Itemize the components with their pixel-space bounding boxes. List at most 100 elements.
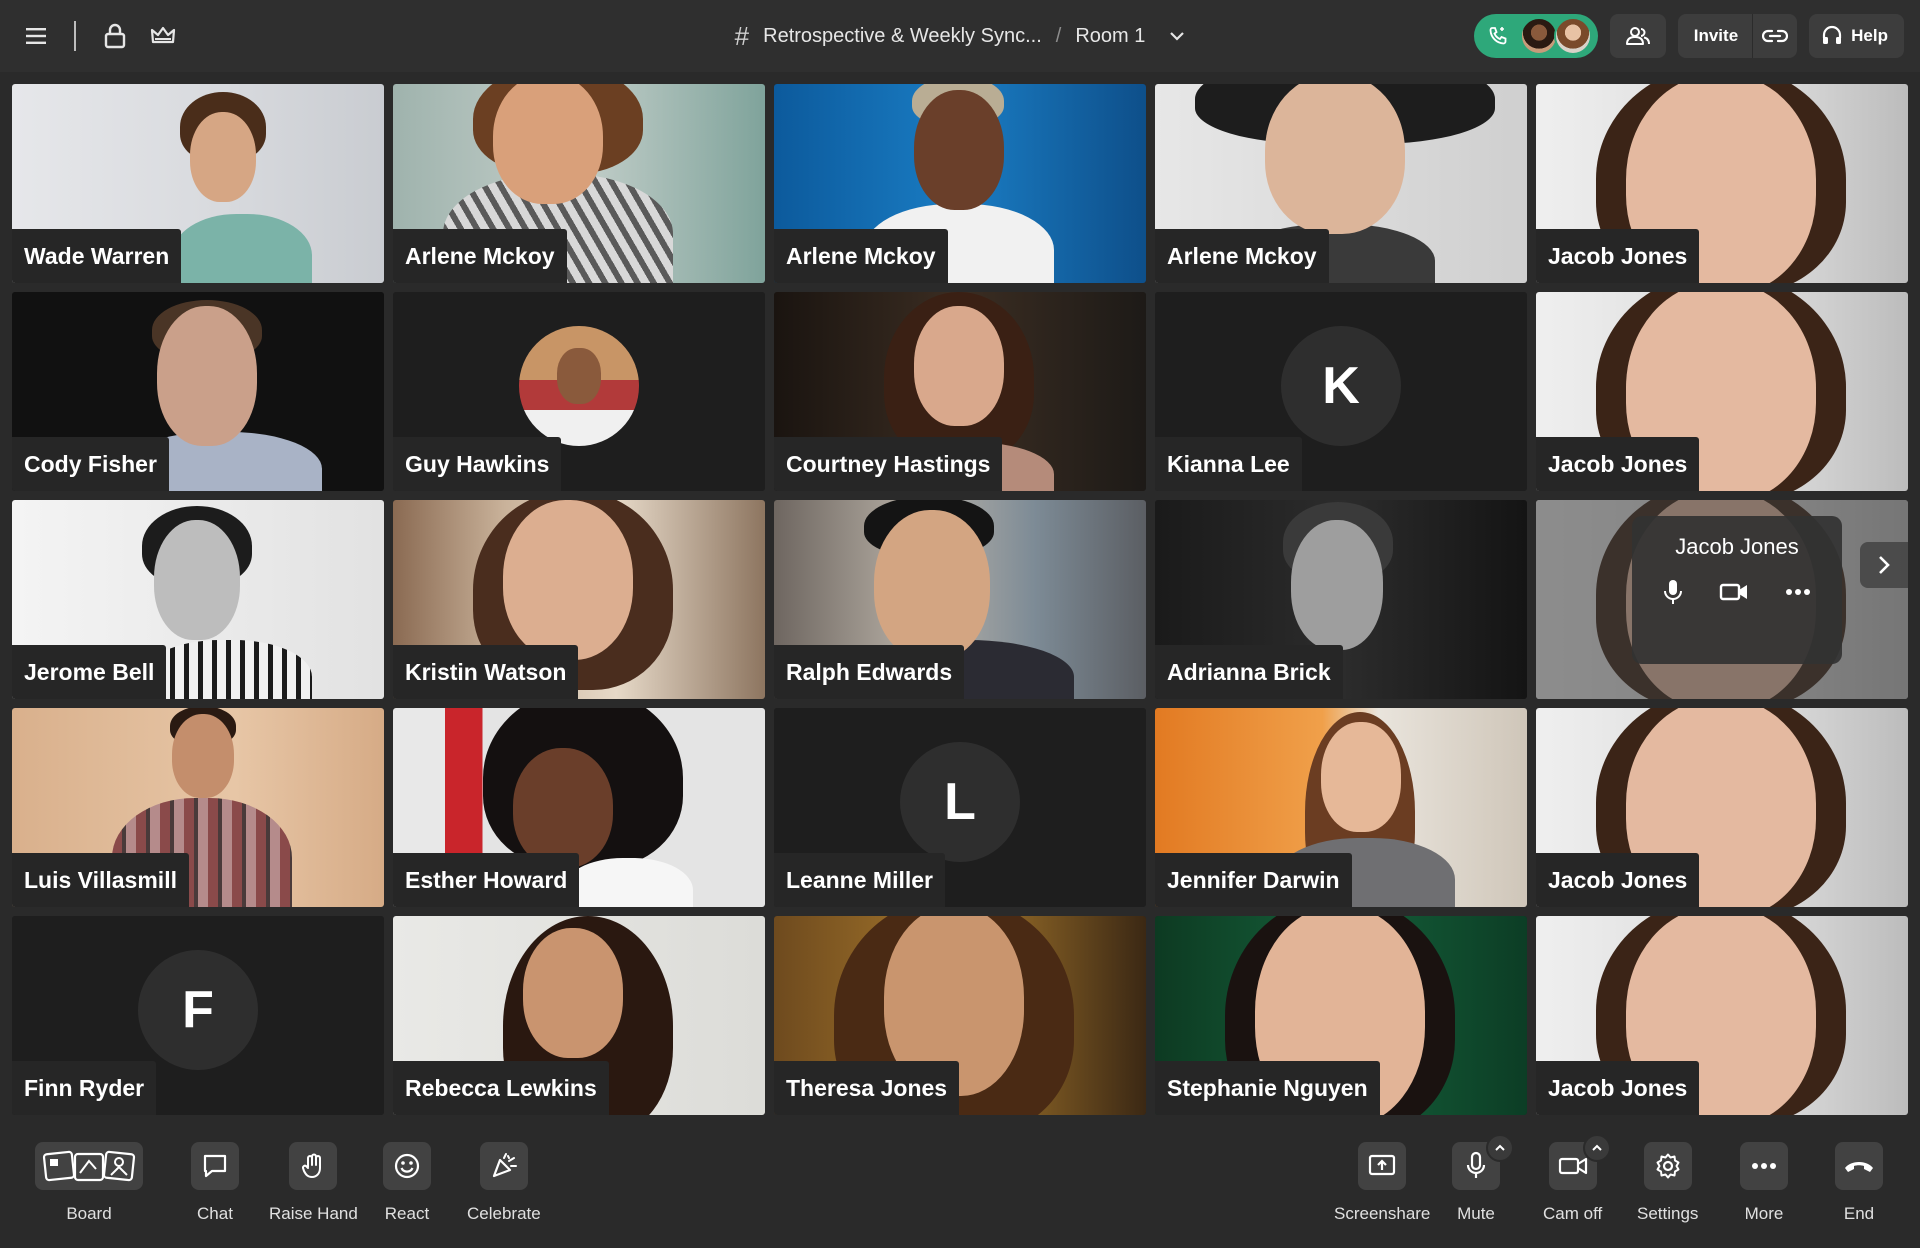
video-feed: [154, 520, 240, 640]
participant-name: Leanne Miller: [774, 853, 945, 907]
participant-name: Esther Howard: [393, 853, 580, 907]
participant-name: Rebecca Lewkins: [393, 1061, 609, 1115]
participant-tile[interactable]: Jacob Jones: [1536, 292, 1908, 491]
meeting-title[interactable]: Retrospective & Weekly Sync...: [763, 25, 1042, 48]
video-feed: [142, 640, 312, 699]
react-button[interactable]: React: [383, 1142, 431, 1224]
mute-button[interactable]: Mute: [1452, 1134, 1514, 1224]
menu-icon[interactable]: [20, 19, 54, 53]
participant-tile[interactable]: Jacob Jones: [1536, 708, 1908, 907]
participant-tile[interactable]: Arlene Mckoy: [393, 84, 765, 283]
camera-icon[interactable]: [1719, 582, 1749, 602]
more-icon: [1740, 1142, 1788, 1190]
participant-name: Kristin Watson: [393, 645, 579, 699]
avatar: [519, 326, 639, 446]
camera-options-chevron-up-icon[interactable]: [1582, 1134, 1611, 1162]
settings-button[interactable]: Settings: [1637, 1142, 1698, 1224]
participant-tile[interactable]: Theresa Jones: [774, 916, 1146, 1115]
link-icon: [1762, 29, 1789, 43]
raise-hand-label: Raise Hand: [269, 1204, 358, 1223]
crown-icon[interactable]: [146, 19, 180, 53]
participant-name: Arlene Mckoy: [774, 229, 948, 283]
avatar-initial: K: [1281, 326, 1401, 446]
hang-up-icon: [1835, 1142, 1883, 1190]
headset-icon: [1823, 25, 1842, 44]
chevron-down-icon[interactable]: [1169, 31, 1185, 41]
participant-tile[interactable]: Wade Warren: [12, 84, 384, 283]
participant-name: Cody Fisher: [12, 437, 169, 491]
participant-name: Jennifer Darwin: [1155, 853, 1352, 907]
microphone-icon: [1452, 1134, 1514, 1190]
participant-tile[interactable]: Kristin Watson: [393, 500, 765, 699]
invite-button[interactable]: Invite: [1678, 14, 1754, 58]
participant-tile[interactable]: Esther Howard: [393, 708, 765, 907]
participant-tile[interactable]: Courtney Hastings: [774, 292, 1146, 491]
participant-tile[interactable]: K Kianna Lee: [1155, 292, 1527, 491]
video-feed: [190, 112, 256, 202]
participant-tile[interactable]: Rebecca Lewkins: [393, 916, 765, 1115]
video-feed: [503, 500, 633, 660]
participant-controls-popover: Jacob Jones: [1632, 516, 1842, 664]
video-feed: [172, 714, 234, 798]
microphone-icon[interactable]: [1663, 578, 1683, 606]
copy-link-button[interactable]: [1753, 14, 1797, 58]
help-button[interactable]: Help: [1809, 14, 1904, 58]
participant-tile[interactable]: Jennifer Darwin: [1155, 708, 1527, 907]
participant-name: Theresa Jones: [774, 1061, 960, 1115]
screenshare-button[interactable]: Screenshare: [1334, 1142, 1430, 1224]
participant-tile[interactable]: Jacob Jones: [1536, 500, 1908, 699]
board-button[interactable]: Board: [35, 1142, 143, 1224]
more-icon[interactable]: [1785, 588, 1811, 596]
participant-tile[interactable]: Ralph Edwards: [774, 500, 1146, 699]
board-icon: [35, 1142, 143, 1190]
mute-options-chevron-up-icon[interactable]: [1486, 1134, 1514, 1162]
camera-off-button[interactable]: Cam off: [1543, 1134, 1611, 1224]
more-button[interactable]: More: [1740, 1142, 1788, 1224]
camera-icon: [1548, 1134, 1611, 1190]
screenshare-label: Screenshare: [1334, 1204, 1431, 1223]
lock-icon[interactable]: [98, 19, 132, 53]
top-bar: # Retrospective & Weekly Sync... / Room …: [0, 0, 1920, 72]
participant-tile[interactable]: Luis Villasmill: [12, 708, 384, 907]
celebrate-button[interactable]: Celebrate: [467, 1142, 541, 1224]
invite-button-group: Invite: [1677, 14, 1798, 58]
popover-controls: [1663, 578, 1811, 606]
party-popper-icon: [479, 1142, 528, 1190]
participant-tile[interactable]: F Finn Ryder: [12, 916, 384, 1115]
avatar-initial: F: [138, 950, 258, 1070]
popover-participant-name: Jacob Jones: [1675, 534, 1799, 559]
room-name[interactable]: Room 1: [1075, 25, 1145, 48]
participants-button[interactable]: [1609, 14, 1666, 58]
participant-tile[interactable]: Stephanie Nguyen: [1155, 916, 1527, 1115]
participant-tile[interactable]: Adrianna Brick: [1155, 500, 1527, 699]
divider: [74, 21, 76, 51]
participant-tile[interactable]: Arlene Mckoy: [774, 84, 1146, 283]
participant-tile[interactable]: Guy Hawkins: [393, 292, 765, 491]
avatar: [1519, 17, 1558, 55]
avatar-initial: L: [900, 742, 1020, 862]
chat-button[interactable]: Chat: [191, 1142, 239, 1224]
participant-name: Kianna Lee: [1155, 437, 1302, 491]
video-feed: [874, 510, 990, 660]
next-page-button[interactable]: [1860, 542, 1908, 588]
video-feed: [523, 928, 623, 1058]
participant-tile[interactable]: Arlene Mckoy: [1155, 84, 1527, 283]
participant-tile[interactable]: Jacob Jones: [1536, 916, 1908, 1115]
active-call-pill[interactable]: [1473, 14, 1598, 58]
camera-off-label: Cam off: [1543, 1204, 1603, 1223]
help-label: Help: [1851, 26, 1888, 45]
video-feed: [1291, 520, 1383, 650]
channel-hash-icon: #: [734, 20, 750, 51]
raise-hand-button[interactable]: Raise Hand: [269, 1142, 358, 1224]
end-call-button[interactable]: End: [1835, 1142, 1883, 1224]
participant-tile[interactable]: L Leanne Miller: [774, 708, 1146, 907]
celebrate-label: Celebrate: [467, 1204, 541, 1223]
participant-tile[interactable]: Cody Fisher: [12, 292, 384, 491]
participant-tile[interactable]: Jerome Bell: [12, 500, 384, 699]
participant-name: Luis Villasmill: [12, 853, 189, 907]
settings-label: Settings: [1637, 1204, 1699, 1223]
participant-name: Adrianna Brick: [1155, 645, 1343, 699]
participant-name: Jacob Jones: [1536, 437, 1700, 491]
participant-name: Wade Warren: [12, 229, 182, 283]
participant-tile[interactable]: Jacob Jones: [1536, 84, 1908, 283]
